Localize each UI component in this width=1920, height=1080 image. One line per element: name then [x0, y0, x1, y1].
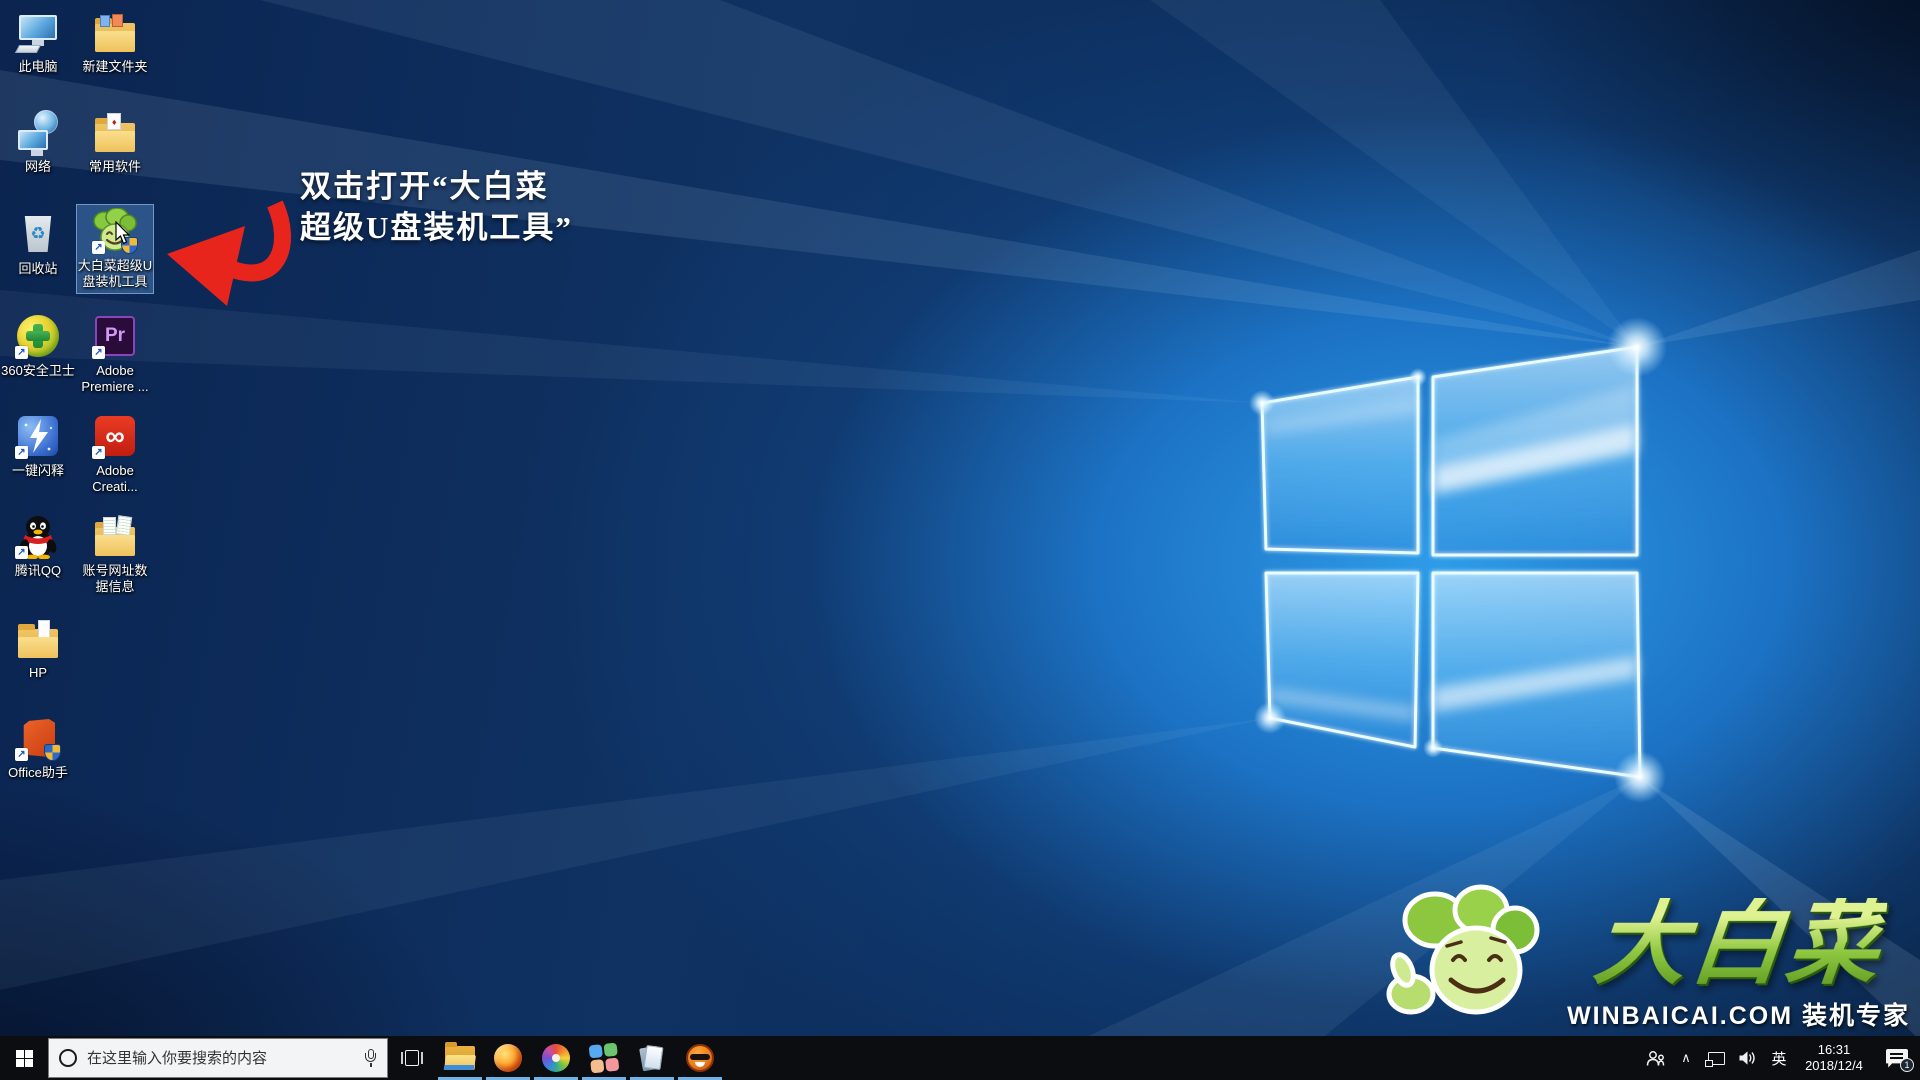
brand-subtitle: WINBAICAI.COM 装机专家 [1567, 996, 1910, 1032]
desktop-icon-new-folder[interactable]: 新建文件夹 [77, 6, 153, 78]
task-view-icon [401, 1050, 423, 1066]
task-view-button[interactable] [388, 1036, 436, 1080]
desktop-icon-network[interactable]: 网络 [0, 106, 76, 178]
color-wheel-app-icon [542, 1044, 570, 1072]
notepad-app-icon [639, 1045, 665, 1071]
network-icon [14, 108, 62, 156]
office-icon: ↗ [14, 714, 62, 762]
tray-clock[interactable]: 16:31 2018/12/4 [1794, 1036, 1874, 1080]
brand-title: 大白菜 [1590, 898, 1888, 990]
mouse-cursor [115, 221, 132, 245]
taskbar: ∧ 英 16:31 2018/12/4 1 [0, 1036, 1920, 1080]
microphone-icon[interactable] [365, 1049, 377, 1067]
uac-shield-icon [44, 744, 61, 761]
cortana-icon [59, 1049, 77, 1067]
desktop-icon-common-software[interactable]: ♦ 常用软件 [77, 106, 153, 178]
dabaicai-cabbage-icon: ↗ [91, 207, 139, 255]
desktop-icon-hp-folder[interactable]: HP [0, 612, 76, 684]
recycle-bin-icon: ♻ [14, 210, 62, 258]
cabbage-mascot [1373, 882, 1563, 1032]
taskbar-app-notepad[interactable] [628, 1036, 676, 1080]
hp-folder-icon [14, 614, 62, 662]
this-pc-icon [14, 8, 62, 56]
qq-penguin-icon: ↗ [14, 512, 62, 560]
four-petals-app-icon [589, 1043, 620, 1074]
file-explorer-icon [445, 1046, 475, 1070]
desktop-icon-dabaicai-tool[interactable]: ↗ 大白菜超级U盘装机工具 [77, 205, 153, 293]
firefox-icon [494, 1044, 522, 1072]
shortcut-arrow-icon: ↗ [15, 346, 28, 359]
search-input[interactable] [87, 1050, 355, 1067]
tray-volume-icon[interactable] [1732, 1036, 1764, 1080]
desktop-icon-office-assistant[interactable]: ↗ Office助手 [0, 712, 76, 784]
data-folder-icon [91, 512, 139, 560]
clock-time: 16:31 [1805, 1042, 1863, 1058]
shortcut-arrow-icon: ↗ [92, 241, 105, 254]
taskbar-app-firefox[interactable] [484, 1036, 532, 1080]
taskbar-app-orange-face[interactable] [676, 1036, 724, 1080]
tray-chevron-up-icon[interactable]: ∧ [1672, 1036, 1700, 1080]
shortcut-arrow-icon: ↗ [92, 346, 105, 359]
taskbar-search[interactable] [48, 1038, 388, 1078]
desktop-icon-tencent-qq[interactable]: ↗ 腾讯QQ [0, 510, 76, 582]
360-safe-icon: ↗ [14, 312, 62, 360]
red-pointer-arrow [155, 192, 305, 327]
tray-network-icon[interactable] [1700, 1036, 1732, 1080]
desktop-icon-flash-tool[interactable]: ↗ 一键闪释 [0, 410, 76, 482]
tutorial-annotation: 双击打开“大白菜 超级U盘装机工具” [300, 166, 573, 248]
clock-date: 2018/12/4 [1805, 1058, 1863, 1074]
shortcut-arrow-icon: ↗ [15, 446, 28, 459]
desktop-icon-recycle-bin[interactable]: ♻ 回收站 [0, 208, 76, 280]
lightning-icon: ↗ [14, 412, 62, 460]
desktop-icon-adobe-premiere[interactable]: Pr ↗ Adobe Premiere ... [77, 310, 153, 398]
tray-notification-button[interactable]: 1 [1874, 1036, 1920, 1080]
windows-logo-icon [16, 1050, 33, 1067]
creative-cloud-icon: ∞ ↗ [91, 412, 139, 460]
orange-face-app-icon [686, 1044, 714, 1072]
taskbar-app-file-explorer[interactable] [436, 1036, 484, 1080]
desktop-icon-360-safe[interactable]: ↗ 360安全卫士 [0, 310, 76, 382]
system-tray: ∧ 英 16:31 2018/12/4 1 [1638, 1036, 1920, 1080]
annotation-line-1: 双击打开“大白菜 [300, 166, 573, 207]
taskbar-app-four-petals[interactable] [580, 1036, 628, 1080]
tray-people-icon[interactable] [1638, 1036, 1672, 1080]
common-software-folder-icon: ♦ [91, 108, 139, 156]
shortcut-arrow-icon: ↗ [15, 748, 28, 761]
desktop-icon-account-data[interactable]: 账号网址数据信息 [77, 510, 153, 598]
shortcut-arrow-icon: ↗ [15, 546, 28, 559]
desktop-icon-adobe-creative-cloud[interactable]: ∞ ↗ Adobe Creati... [77, 410, 153, 498]
dabaicai-watermark: 大白菜 WINBAICAI.COM 装机专家 [1373, 882, 1910, 1032]
notification-badge: 1 [1900, 1058, 1914, 1072]
annotation-line-2: 超级U盘装机工具” [300, 207, 573, 248]
desktop-icon-this-pc[interactable]: 此电脑 [0, 6, 76, 78]
taskbar-app-color-wheel[interactable] [532, 1036, 580, 1080]
new-folder-icon [91, 8, 139, 56]
tray-ime-indicator[interactable]: 英 [1764, 1036, 1794, 1080]
shortcut-arrow-icon: ↗ [92, 446, 105, 459]
start-button[interactable] [0, 1036, 48, 1080]
adobe-premiere-icon: Pr ↗ [91, 312, 139, 360]
action-center-icon: 1 [1886, 1049, 1908, 1068]
